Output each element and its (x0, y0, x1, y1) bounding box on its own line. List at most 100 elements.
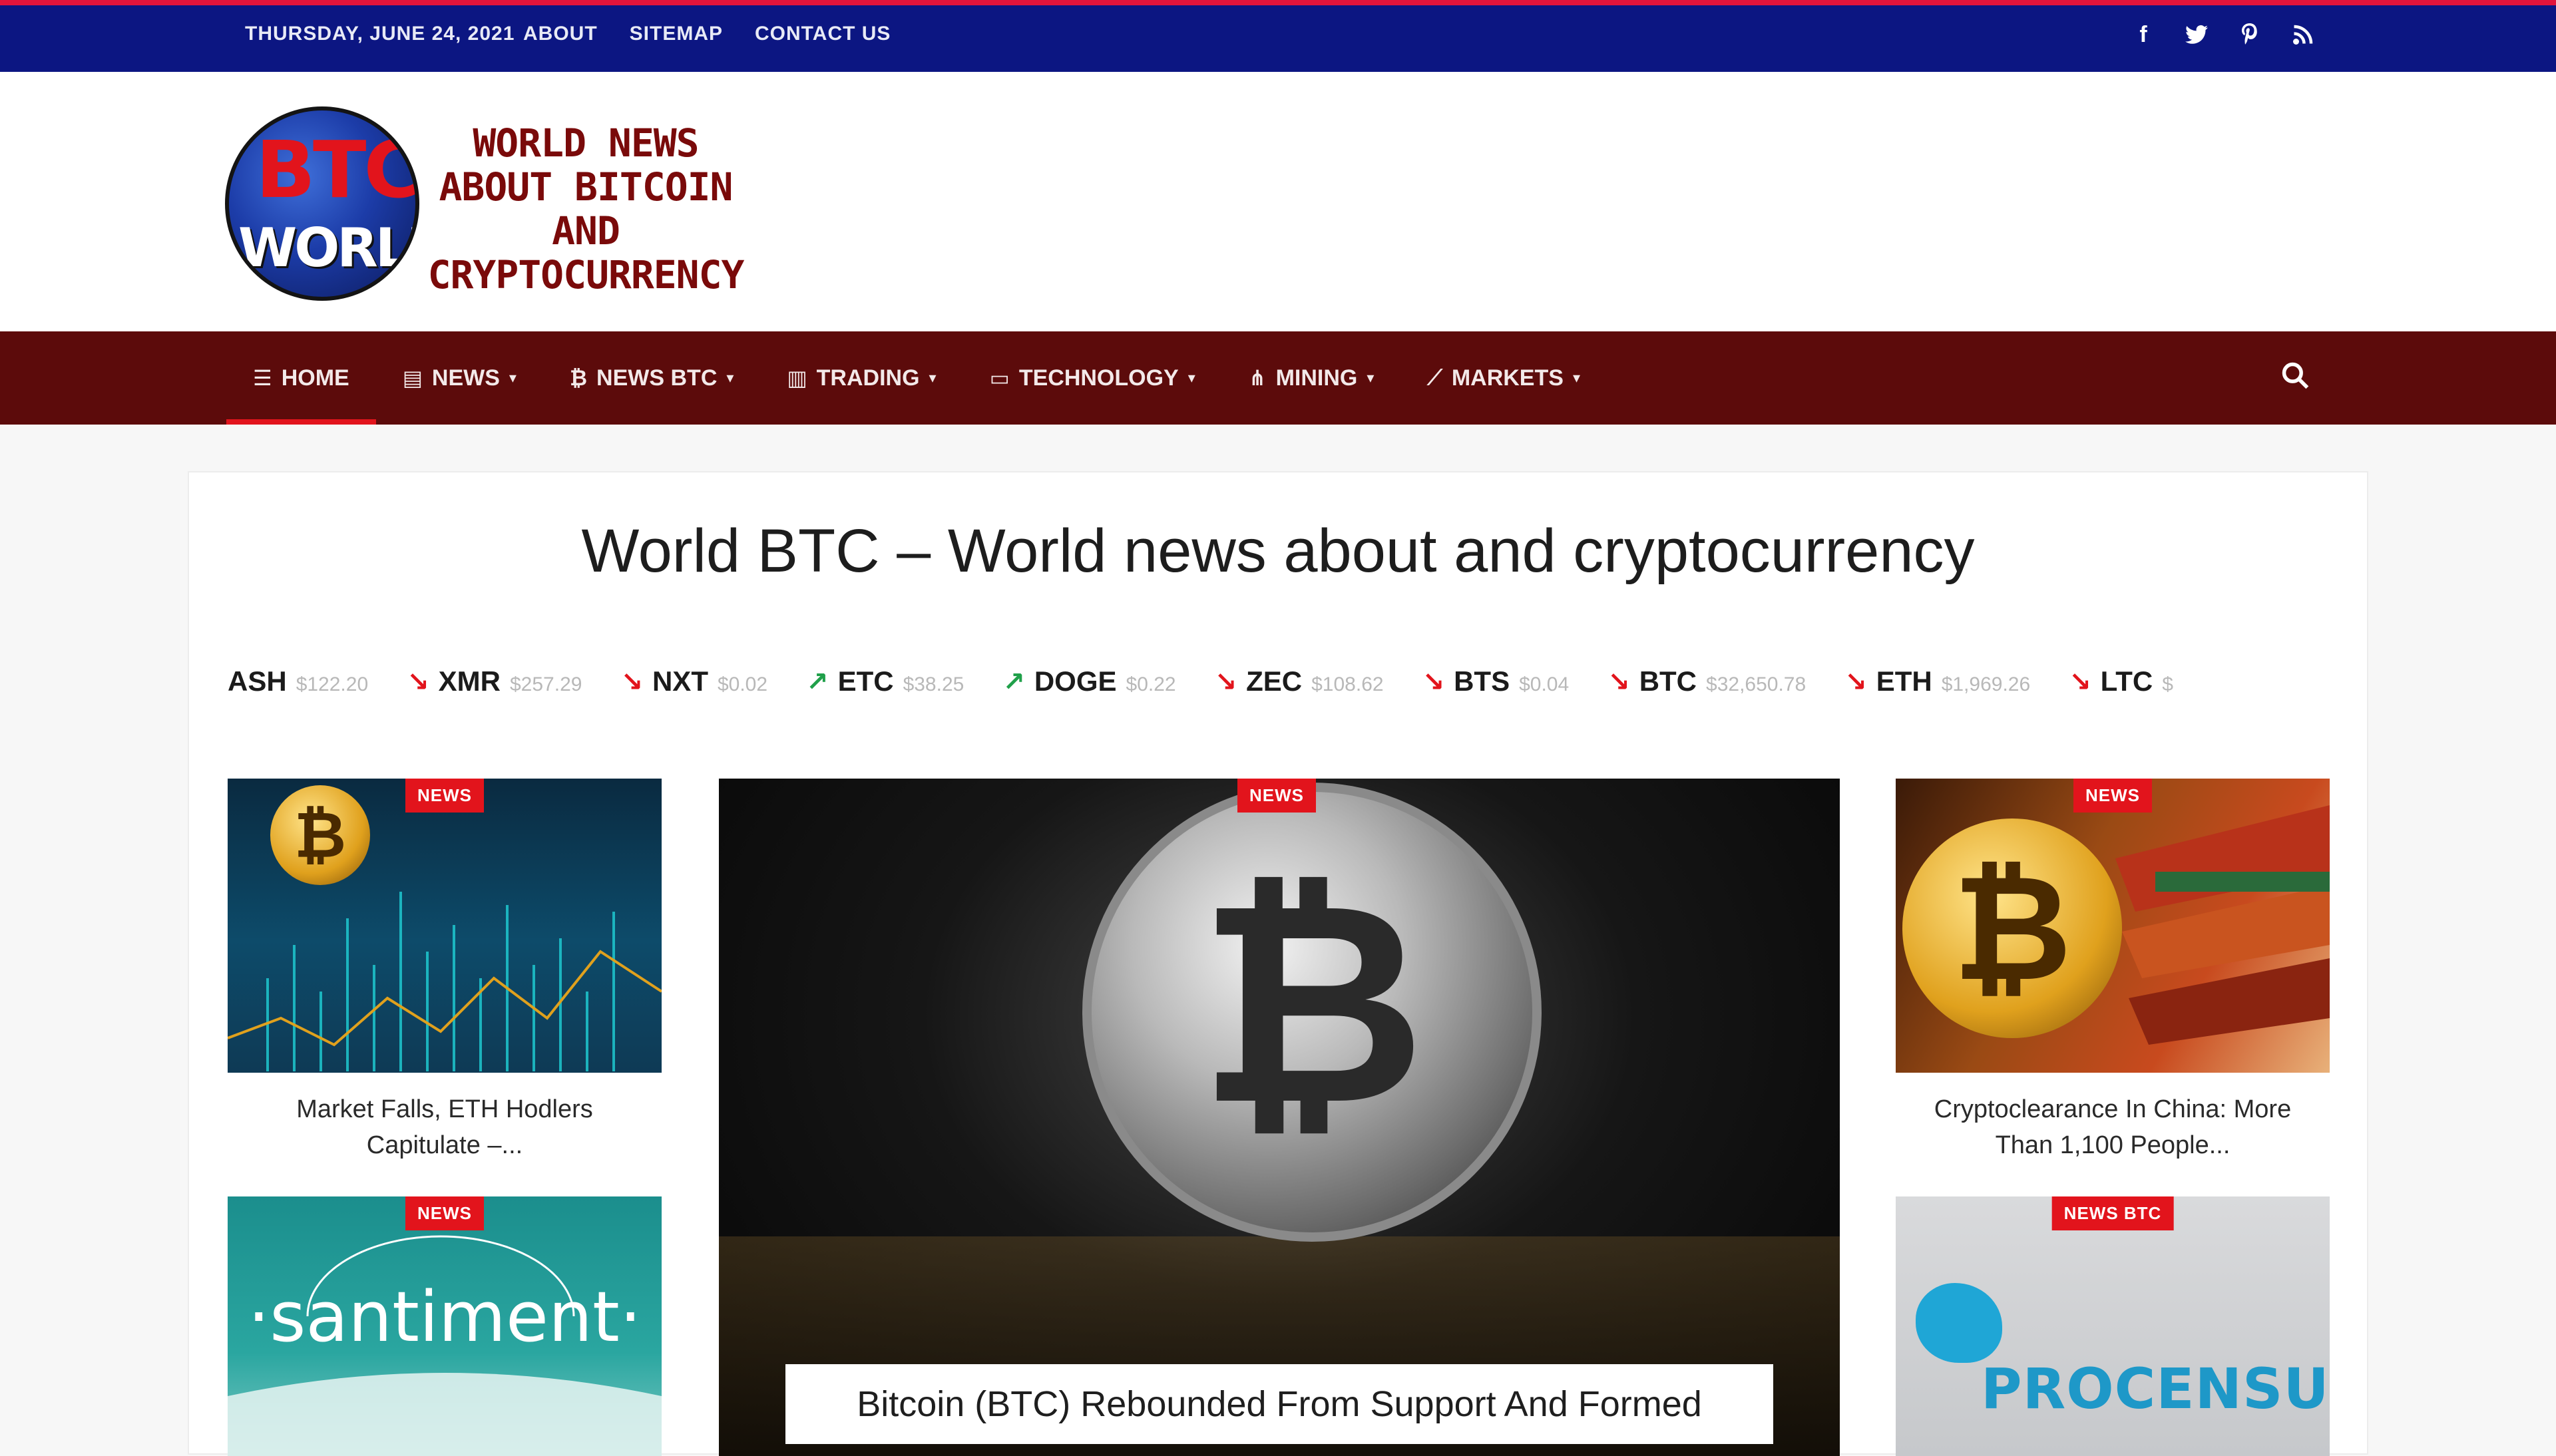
procensus-logo-text: PROCENSUS (1981, 1356, 2330, 1421)
nav-item-technology[interactable]: ▭ TECHNOLOGY ▾ (963, 331, 1222, 425)
facebook-icon[interactable]: f (2130, 21, 2157, 48)
sitemap-icon: ⋔ (1248, 366, 1267, 390)
content-card: World BTC – World news about and cryptoc… (188, 471, 2368, 1456)
ticker-symbol: XMR (438, 665, 501, 697)
ticker-item[interactable]: ↘ LTC $ (2069, 665, 2173, 697)
ticker-item[interactable]: ASH $122.20 (228, 665, 368, 697)
article-title-line: Cryptoclearance In China: More (1934, 1095, 2292, 1123)
article-title[interactable]: Market Falls, ETH Hodlers Capitulate –..… (228, 1091, 662, 1163)
logo-tagline: WORLD NEWS ABOUT BITCOIN AND CRYPTOCURRE… (413, 121, 759, 297)
bitcoin-icon: ₿ (569, 365, 588, 390)
ticker-symbol: BTC (1639, 665, 1697, 697)
ticker-symbol: ETH (1876, 665, 1932, 697)
ticker-item[interactable]: ↗ DOGE $0.22 (1002, 665, 1175, 697)
top-links: ABOUT SITEMAP CONTACT US (523, 23, 891, 45)
nav-label: NEWS (431, 365, 500, 391)
nav-label: HOME (281, 365, 349, 391)
category-badge[interactable]: NEWS (1237, 779, 1316, 813)
menu-icon: ☰ (253, 366, 272, 390)
arrow-up-icon: ↗ (806, 667, 829, 697)
hero-article-image[interactable]: ₿ NEWS Bitcoin (BTC) Rebounded From Supp… (719, 779, 1840, 1456)
line-chart-icon: ⟋ (1427, 365, 1442, 389)
top-link-contact[interactable]: CONTACT US (755, 23, 891, 45)
category-badge[interactable]: NEWS BTC (2051, 1196, 2174, 1230)
arrow-down-icon: ↘ (1422, 667, 1445, 697)
nav-label: NEWS BTC (596, 365, 718, 391)
ticker-symbol: ZEC (1246, 665, 1303, 697)
arrow-down-icon: ↘ (1214, 667, 1237, 697)
ticker-symbol: LTC (2100, 665, 2153, 697)
nav-item-news[interactable]: ▤ NEWS ▾ (376, 331, 543, 425)
social-links: f (2130, 21, 2316, 48)
ticker-item[interactable]: ↘ BTC $32,650.78 (1607, 665, 1806, 697)
santiment-logo-text: ·santiment· (248, 1276, 642, 1358)
nav-label: MARKETS (1451, 365, 1564, 391)
arrow-down-icon: ↘ (1607, 667, 1630, 697)
nav-item-home[interactable]: ☰ HOME (226, 331, 376, 425)
ticker-item[interactable]: ↗ ETC $38.25 (806, 665, 964, 697)
ticker-symbol: ASH (228, 665, 287, 697)
nav-label: TECHNOLOGY (1018, 365, 1179, 391)
arrow-up-icon: ↗ (1002, 667, 1025, 697)
pinterest-icon[interactable] (2236, 21, 2263, 48)
logo-mark-bottom: WORLD (238, 217, 415, 279)
category-badge[interactable]: NEWS (405, 1196, 484, 1230)
rss-icon[interactable] (2290, 21, 2316, 48)
article-title-line: Than 1,100 People... (1995, 1131, 2231, 1159)
hero-article-title[interactable]: Bitcoin (BTC) Rebounded From Support And… (785, 1364, 1773, 1444)
category-badge[interactable]: NEWS (2073, 779, 2152, 813)
ticker-price: $0.04 (1519, 673, 1570, 695)
nav-item-trading[interactable]: ▥ TRADING ▾ (760, 331, 962, 425)
ticker-price: $0.22 (1126, 673, 1176, 695)
nav-item-markets[interactable]: ⟋ MARKETS ▾ (1400, 331, 1607, 425)
article-image-china[interactable]: ₿ NEWS (1896, 779, 2330, 1073)
ticker-item[interactable]: ↘ XMR $257.29 (407, 665, 582, 697)
top-bar: THURSDAY, JUNE 24, 2021 ABOUT SITEMAP CO… (0, 0, 2556, 72)
ticker-price: $0.02 (717, 673, 768, 695)
logo-mark-top: BTC (256, 124, 419, 216)
ticker-symbol: BTS (1454, 665, 1510, 697)
logo-tagline-line: AND (552, 208, 620, 254)
nav-item-mining[interactable]: ⋔ MINING ▾ (1222, 331, 1401, 425)
article-image-market-falls[interactable]: ₿ NEWS (228, 779, 662, 1073)
article-image-procensus[interactable]: PROCENSUS NEWS BTC (1896, 1196, 2330, 1456)
site-header: BTC WORLD WORLD NEWS ABOUT BITCOIN AND C… (0, 72, 2556, 331)
monitor-icon: ▭ (989, 366, 1010, 390)
current-date: THURSDAY, JUNE 24, 2021 (245, 23, 515, 45)
nav-label: MINING (1275, 365, 1358, 391)
ticker-symbol: DOGE (1034, 665, 1117, 697)
category-badge[interactable]: NEWS (405, 779, 484, 813)
ticker-item[interactable]: ↘ ETH $1,969.26 (1844, 665, 2030, 697)
chevron-down-icon: ▾ (1187, 369, 1195, 386)
bar-chart-icon: ▥ (787, 366, 807, 390)
ticker-price: $32,650.78 (1706, 673, 1807, 695)
ticker-symbol: NXT (652, 665, 708, 697)
nav-item-news-btc[interactable]: ₿ NEWS BTC ▾ (543, 331, 760, 425)
arrow-down-icon: ↘ (2069, 667, 2091, 697)
arrow-down-icon: ↘ (1844, 667, 1867, 697)
search-icon[interactable] (2280, 361, 2310, 397)
price-ticker: ASH $122.20 ↘ XMR $257.29 ↘ NXT $0.02 ↗ ETC $38.25… (228, 665, 2331, 705)
ticker-price: $ (2162, 673, 2173, 695)
bitcoin-coin-icon: ₿ (270, 785, 370, 885)
top-link-about[interactable]: ABOUT (523, 23, 598, 45)
procensus-logo-mark (1916, 1283, 2002, 1363)
ticker-symbol: ETC (837, 665, 894, 697)
nav-label: TRADING (816, 365, 920, 391)
ticker-price: $257.29 (510, 673, 582, 695)
article-title[interactable]: Cryptoclearance In China: More Than 1,10… (1896, 1091, 2330, 1163)
twitter-icon[interactable] (2183, 21, 2210, 48)
ticker-item[interactable]: ↘ BTS $0.04 (1422, 665, 1570, 697)
site-logo[interactable]: BTC WORLD WORLD NEWS ABOUT BITCOIN AND C… (225, 106, 744, 306)
newspaper-icon: ▤ (402, 366, 423, 390)
ticker-item[interactable]: ↘ NXT $0.02 (620, 665, 767, 697)
logo-tagline-line: ABOUT BITCOIN (439, 164, 734, 210)
article-image-santiment[interactable]: ·santiment· NEWS (228, 1196, 662, 1456)
chevron-down-icon: ▾ (1572, 369, 1580, 386)
ticker-item[interactable]: ↘ ZEC $108.62 (1215, 665, 1384, 697)
chevron-down-icon: ▾ (1367, 369, 1375, 386)
top-link-sitemap[interactable]: SITEMAP (630, 23, 723, 45)
chevron-down-icon: ▾ (929, 369, 937, 386)
bitcoin-coin-icon: ₿ (1082, 783, 1542, 1242)
chevron-down-icon: ▾ (509, 369, 517, 386)
